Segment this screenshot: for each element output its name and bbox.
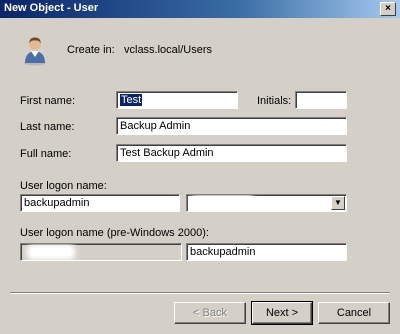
redacted-region [31, 248, 71, 256]
initials-field[interactable] [295, 91, 347, 109]
cancel-button[interactable]: Cancel [318, 302, 390, 324]
upn-suffix-combo[interactable]: ▼ [186, 194, 347, 212]
dropdown-arrow-icon[interactable]: ▼ [331, 196, 345, 210]
pre2000-domain-field [20, 243, 182, 261]
full-name-field[interactable]: Test Backup Admin [116, 144, 347, 162]
close-button[interactable]: × [380, 2, 396, 16]
user-icon [24, 37, 46, 66]
initials-label: Initials: [257, 95, 292, 107]
separator [10, 292, 390, 294]
pre2000-name-field[interactable]: backupadmin [186, 243, 347, 261]
title-bar[interactable]: New Object - User × [0, 0, 400, 18]
window-title: New Object - User [4, 2, 99, 14]
create-in-value: vclass.local/Users [124, 44, 213, 56]
first-name-value: Test [120, 94, 143, 106]
first-name-field[interactable]: Test [116, 91, 238, 109]
last-name-label: Last name: [20, 121, 75, 133]
last-name-field[interactable]: Backup Admin [116, 117, 347, 135]
create-in-label: Create in: [67, 44, 115, 56]
first-name-label: First name: [20, 95, 76, 107]
redacted-region [195, 198, 250, 207]
logon-name-label: User logon name: [20, 180, 107, 192]
next-button[interactable]: Next > [251, 301, 313, 325]
pre2000-label: User logon name (pre-Windows 2000): [20, 227, 209, 239]
full-name-label: Full name: [20, 148, 72, 160]
logon-name-field[interactable]: backupadmin [20, 194, 180, 212]
back-button[interactable]: < Back [174, 302, 246, 324]
